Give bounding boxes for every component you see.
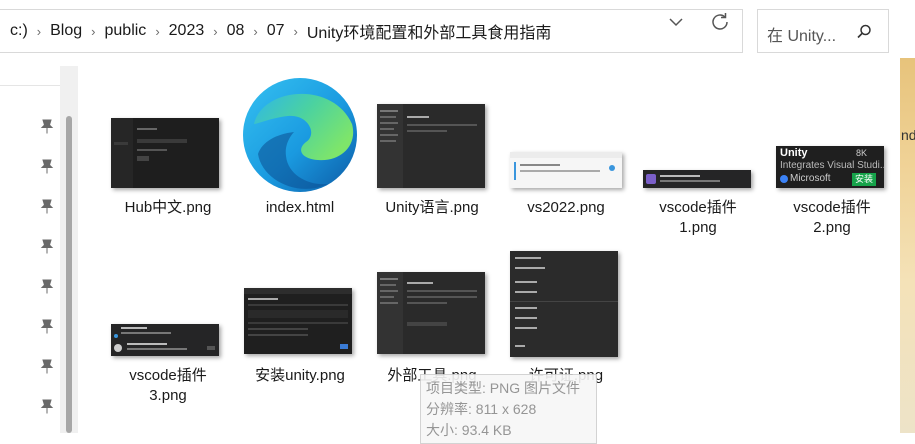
- thumb-ext-count: 8K: [856, 148, 868, 158]
- nav-scrollbar-thumb[interactable]: [66, 116, 72, 433]
- file-item[interactable]: 安装unity.png: [236, 282, 364, 392]
- file-thumbnail: [111, 324, 219, 356]
- breadcrumb-drive[interactable]: c:): [1, 22, 37, 40]
- thumb-ext-publisher: Microsoft: [790, 173, 831, 184]
- breadcrumb-2023[interactable]: 2023: [160, 22, 214, 40]
- thumb-ext-title: Unity: [780, 147, 808, 159]
- file-name: Hub中文.png: [124, 199, 212, 216]
- file-thumbnail: [244, 288, 352, 354]
- search-placeholder: 在 Unity...: [767, 28, 837, 45]
- file-name-line1: vscode插件: [659, 199, 737, 216]
- chevron-down-icon[interactable]: [662, 12, 690, 32]
- file-name: vs2022.png: [527, 199, 605, 216]
- file-name: 安装unity.png: [255, 367, 345, 384]
- file-item[interactable]: 许可证.png: [502, 246, 630, 392]
- edge-browser-icon: [243, 78, 357, 192]
- file-name: vscode插件 3.png: [104, 366, 232, 406]
- file-item[interactable]: vs2022.png: [502, 140, 630, 222]
- toolbar: c:) › Blog › public › 2023 › 08 › 07 › U…: [0, 0, 915, 66]
- breadcrumb-public[interactable]: public: [96, 22, 156, 40]
- file-item[interactable]: Hub中文.png: [104, 112, 232, 222]
- pin-icon[interactable]: [40, 318, 54, 334]
- pin-icon[interactable]: [40, 198, 54, 214]
- file-name: vscode插件 2.png: [768, 198, 896, 238]
- file-name-line1: vscode插件: [129, 367, 207, 384]
- search-icon[interactable]: [854, 22, 874, 42]
- background-window-strip: [900, 58, 915, 433]
- tooltip-dimensions: 分辨率: 811 x 628: [426, 401, 537, 417]
- file-item[interactable]: Unity语言.png: [368, 98, 496, 222]
- search-input[interactable]: 在 Unity...: [757, 9, 889, 53]
- breadcrumb-blog[interactable]: Blog: [41, 22, 91, 40]
- file-thumbnail: [377, 272, 485, 354]
- divider: [0, 85, 62, 86]
- tooltip-type: 项目类型: PNG 图片文件: [426, 380, 581, 396]
- file-name-line2: 2.png: [813, 219, 851, 236]
- file-name-line1: vscode插件: [793, 199, 871, 216]
- tooltip-size: 大小: 93.4 KB: [426, 422, 512, 438]
- pin-icon[interactable]: [40, 278, 54, 294]
- file-thumbnail: [510, 152, 622, 188]
- pin-icon[interactable]: [40, 238, 54, 254]
- pin-icon[interactable]: [40, 158, 54, 174]
- file-thumbnail: Unity 8K Integrates Visual Studi... Micr…: [776, 146, 884, 188]
- file-name: Unity语言.png: [385, 199, 479, 216]
- breadcrumb-current-folder[interactable]: Unity环境配置和外部工具食用指南: [298, 19, 560, 43]
- file-name-line2: 3.png: [149, 387, 187, 404]
- thumb-ext-desc: Integrates Visual Studi...: [780, 160, 884, 171]
- file-name: vscode插件 1.png: [634, 198, 762, 238]
- file-thumbnail: [111, 118, 219, 188]
- verified-icon: [780, 175, 788, 183]
- breadcrumb-08[interactable]: 08: [218, 22, 254, 40]
- background-window-text: nd: [901, 127, 915, 143]
- file-thumbnail: [377, 104, 485, 188]
- pin-icon[interactable]: [40, 118, 54, 134]
- file-thumbnail: [510, 251, 618, 357]
- address-bar[interactable]: c:) › Blog › public › 2023 › 08 › 07 › U…: [0, 9, 743, 53]
- file-name-line2: 1.png: [679, 219, 717, 236]
- thumb-install-badge: 安装: [852, 173, 876, 186]
- file-name: index.html: [265, 199, 335, 216]
- file-item[interactable]: vscode插件 1.png: [634, 150, 762, 240]
- pin-icon[interactable]: [40, 398, 54, 414]
- refresh-icon[interactable]: [708, 10, 732, 34]
- breadcrumb-07[interactable]: 07: [258, 22, 294, 40]
- file-info-tooltip: 项目类型: PNG 图片文件 分辨率: 811 x 628 大小: 93.4 K…: [420, 374, 597, 444]
- file-item[interactable]: Unity 8K Integrates Visual Studi... Micr…: [768, 140, 896, 240]
- file-item[interactable]: vscode插件 3.png: [104, 318, 232, 410]
- file-thumbnail: [643, 170, 751, 188]
- file-item[interactable]: index.html: [236, 72, 364, 222]
- pin-icon[interactable]: [40, 358, 54, 374]
- breadcrumb: c:) › Blog › public › 2023 › 08 › 07 › U…: [0, 10, 560, 52]
